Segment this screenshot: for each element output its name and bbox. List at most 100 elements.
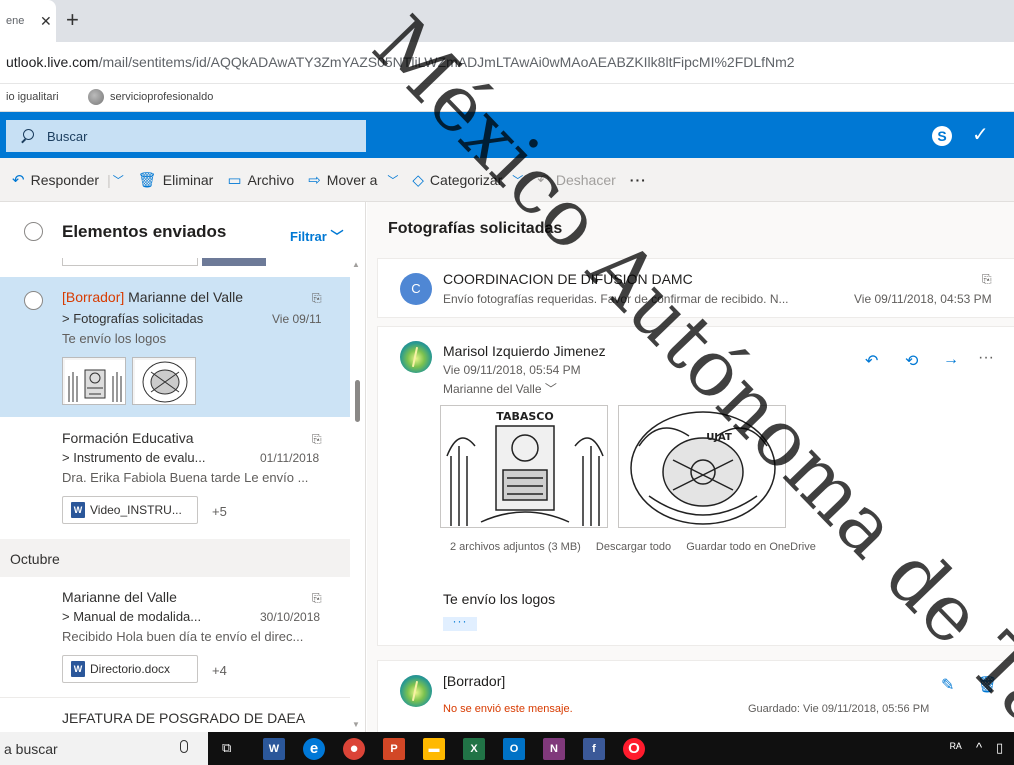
message-recipient[interactable]: Marianne del Valle ﹀ <box>443 380 557 397</box>
taskbar-search-text: a buscar <box>4 741 58 757</box>
more-attachments-count[interactable]: +5 <box>212 504 227 519</box>
onenote-icon[interactable]: N <box>543 738 565 760</box>
taskbar-search[interactable]: a buscar <box>0 732 208 765</box>
outlook-icon[interactable]: O <box>503 738 525 760</box>
forward-icon[interactable]: → <box>943 351 959 369</box>
chevron-down-icon[interactable]: ﹀ <box>387 172 398 188</box>
bookmarks-bar: io igualitari servicioprofesionaldo <box>0 84 1014 112</box>
section-header: Octubre <box>0 539 350 577</box>
item-sender: Formación Educativa <box>62 430 194 446</box>
recipient-name: Marianne del Valle <box>443 382 542 396</box>
scroll-up-icon[interactable]: ▲ <box>352 260 360 269</box>
filter-label: Filtrar <box>290 229 327 244</box>
filter-button[interactable]: Filtrar ﹀ <box>290 226 343 245</box>
bookmark-2[interactable]: servicioprofesionaldo <box>110 91 213 103</box>
save-onedrive-link[interactable]: Guardar todo en OneDrive <box>686 541 816 553</box>
paperclip-icon: ⎘ <box>312 291 322 305</box>
list-item-partial[interactable] <box>0 258 350 276</box>
word-icon[interactable]: W <box>263 738 285 760</box>
reply-button[interactable]: ↶ Responder <box>12 171 99 189</box>
logo-text: UJAT <box>706 432 732 443</box>
chrome-icon[interactable]: ● <box>343 738 365 760</box>
battery-icon[interactable]: ▯ <box>996 740 1003 756</box>
browser-tab[interactable]: ene ✕ <box>0 0 56 42</box>
attachment-chip[interactable]: W Video_INSTRU... <box>62 496 198 524</box>
categorize-label: Categorizar <box>429 171 503 188</box>
attachment-chip[interactable]: W Directorio.docx <box>62 655 198 683</box>
powerpoint-icon[interactable]: P <box>383 738 405 760</box>
chevron-down-icon[interactable]: ﹀ <box>113 172 124 188</box>
delete-label: Eliminar <box>162 171 214 188</box>
list-item[interactable]: JEFATURA DE POSGRADO DE DAEA <box>0 697 350 732</box>
file-explorer-icon[interactable]: ▬ <box>423 738 445 760</box>
address-bar[interactable]: utlook.live.com/mail/sentitems/id/AQQkAD… <box>0 42 1014 84</box>
reading-pane: Fotografías solicitadas C COORDINACION D… <box>367 202 1014 732</box>
avatar: C <box>400 273 432 305</box>
close-icon[interactable]: ✕ <box>40 13 52 30</box>
edit-icon[interactable]: ✎ <box>941 675 954 695</box>
url-text[interactable]: utlook.live.com/mail/sentitems/id/AQQkAD… <box>6 54 795 70</box>
list-item-selected[interactable]: [Borrador] Marianne del Valle ⎘ > Fotogr… <box>0 277 350 417</box>
thumbnail-tabasco[interactable] <box>62 357 126 405</box>
item-preview: Recibido Hola buen día te envío el direc… <box>62 629 304 644</box>
paperclip-icon: ⎘ <box>312 591 322 605</box>
people-icon[interactable]: ᴿᴬ <box>950 740 962 755</box>
message-date: Vie 09/11/2018, 04:53 PM <box>854 292 992 306</box>
edge-icon[interactable]: e <box>303 738 325 760</box>
list-item[interactable]: Formación Educativa ⎘ > Instrumento de e… <box>0 420 350 535</box>
list-item[interactable]: Marianne del Valle ⎘ > Manual de modalid… <box>0 579 350 694</box>
undo-icon: ↶ <box>537 171 550 189</box>
scroll-down-icon[interactable]: ▼ <box>352 720 360 729</box>
reply-icon[interactable]: ↶ <box>865 351 878 371</box>
message-expanded: Marisol Izquierdo Jimenez Vie 09/11/2018… <box>377 326 1014 646</box>
reply-label: Responder <box>30 171 100 188</box>
move-button[interactable]: ⇨ Mover a <box>308 171 377 189</box>
select-all-checkbox[interactable] <box>24 222 43 241</box>
search-box[interactable]: Buscar <box>6 120 366 152</box>
avatar <box>400 341 432 373</box>
attachment-image-ujat[interactable]: UJAT <box>618 405 786 528</box>
message-sender: Marisol Izquierdo Jimenez <box>443 343 606 359</box>
logo-image: UJAT <box>630 411 776 525</box>
not-sent-notice: No se envió este mensaje. <box>443 703 573 715</box>
thumbnail <box>202 258 266 266</box>
reply-icon: ↶ <box>12 171 25 189</box>
premium-icon[interactable]: ✓ <box>972 122 989 147</box>
categorize-button[interactable]: ◇ Categorizar <box>412 171 502 189</box>
more-icon[interactable]: ··· <box>630 172 647 188</box>
thumbnail-ujat[interactable] <box>132 357 196 405</box>
item-sender: Marianne del Valle <box>62 589 177 605</box>
chevron-up-icon[interactable]: ^ <box>976 740 982 755</box>
trash-icon[interactable]: 🗑 <box>977 675 997 695</box>
task-view-icon[interactable]: ⧉ <box>222 740 231 756</box>
message-draft[interactable]: [Borrador] No se envió este mensaje. Gua… <box>377 660 1014 732</box>
scrollbar-thumb[interactable] <box>355 380 360 422</box>
download-all-link[interactable]: Descargar todo <box>596 541 671 553</box>
message-collapsed[interactable]: C COORDINACION DE DIFUSION DAMC ⎘ Envío … <box>377 258 1014 318</box>
show-more-button[interactable]: ··· <box>443 615 477 631</box>
excel-icon[interactable]: X <box>463 738 485 760</box>
undo-button[interactable]: ↶ Deshacer <box>537 171 616 189</box>
new-tab-icon[interactable]: + <box>66 9 79 31</box>
move-label: Mover a <box>326 171 378 188</box>
opera-icon[interactable]: O <box>623 738 645 760</box>
more-icon[interactable]: ··· <box>978 349 994 367</box>
skype-icon[interactable]: S <box>932 126 952 146</box>
trash-icon: 🗑 <box>137 171 157 189</box>
facebook-icon[interactable]: f <box>583 738 605 760</box>
more-attachments-count[interactable]: +4 <box>212 663 227 678</box>
item-checkbox[interactable] <box>24 291 43 310</box>
item-date: 30/10/2018 <box>260 610 321 624</box>
microphone-icon[interactable] <box>180 740 188 753</box>
item-date: 01/11/2018 <box>260 451 320 465</box>
attachment-image-tabasco[interactable]: TABASCO <box>440 405 608 528</box>
reply-all-icon[interactable]: ⟲ <box>905 351 918 371</box>
logo-thumb-icon <box>65 360 125 404</box>
archive-button[interactable]: ▭ Archivo <box>227 171 294 189</box>
delete-button[interactable]: 🗑 Eliminar <box>138 171 214 189</box>
paperclip-icon: ⎘ <box>982 272 992 286</box>
bookmark-1[interactable]: io igualitari <box>6 91 59 103</box>
chevron-down-icon[interactable]: ﹀ <box>512 172 523 188</box>
message-list: Elementos enviados Filtrar ﹀ [Borrador] … <box>0 202 366 732</box>
message-sender: COORDINACION DE DIFUSION DAMC <box>443 271 693 287</box>
